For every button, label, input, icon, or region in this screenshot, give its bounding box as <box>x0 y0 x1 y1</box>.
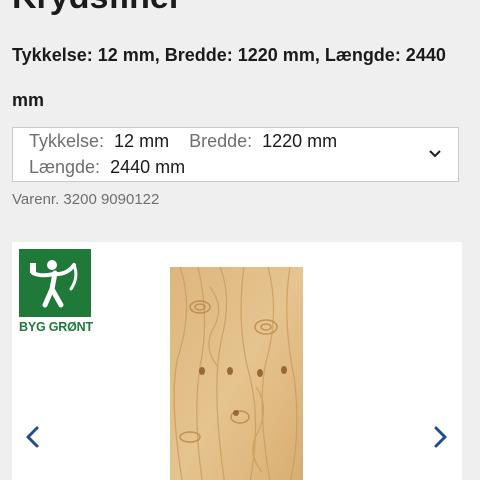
badge-text: BYG GRØNT <box>19 320 93 334</box>
item-number: Varenr. 3200 9090122 <box>12 191 160 208</box>
thickness-value: 12 mm <box>114 131 170 151</box>
variant-line-2: Længde: 2440 mm <box>29 157 185 178</box>
product-subtitle: Tykkelse: 12 mm, Bredde: 1220 mm, Længde… <box>12 45 446 110</box>
byg-groent-logo-icon <box>19 249 91 317</box>
product-image-gallery: BYG GRØNT <box>12 242 462 480</box>
length-value: 2440 mm <box>110 157 186 177</box>
product-page: Krydsfiner Tykkelse: 12 mm, Bredde: 1220… <box>0 0 480 480</box>
chevron-left-icon <box>26 426 39 448</box>
gallery-next-button[interactable] <box>425 422 455 452</box>
gallery-prev-button[interactable] <box>18 422 48 452</box>
page-title: Krydsfiner <box>12 0 182 17</box>
variant-line-1: Tykkelse: 12 mm Bredde: 1220 mm <box>29 131 337 152</box>
chevron-right-icon <box>434 426 447 448</box>
byg-groent-badge: BYG GRØNT <box>19 249 93 339</box>
width-value: 1220 mm <box>262 131 338 151</box>
plywood-image <box>170 267 303 480</box>
variant-dropdown[interactable]: Tykkelse: 12 mm Bredde: 1220 mm Længde: 2… <box>12 127 459 182</box>
thickness-label: Tykkelse: <box>29 131 105 151</box>
chevron-down-icon[interactable] <box>428 147 442 161</box>
length-label: Længde: <box>29 157 101 177</box>
width-label: Bredde: <box>189 131 253 151</box>
